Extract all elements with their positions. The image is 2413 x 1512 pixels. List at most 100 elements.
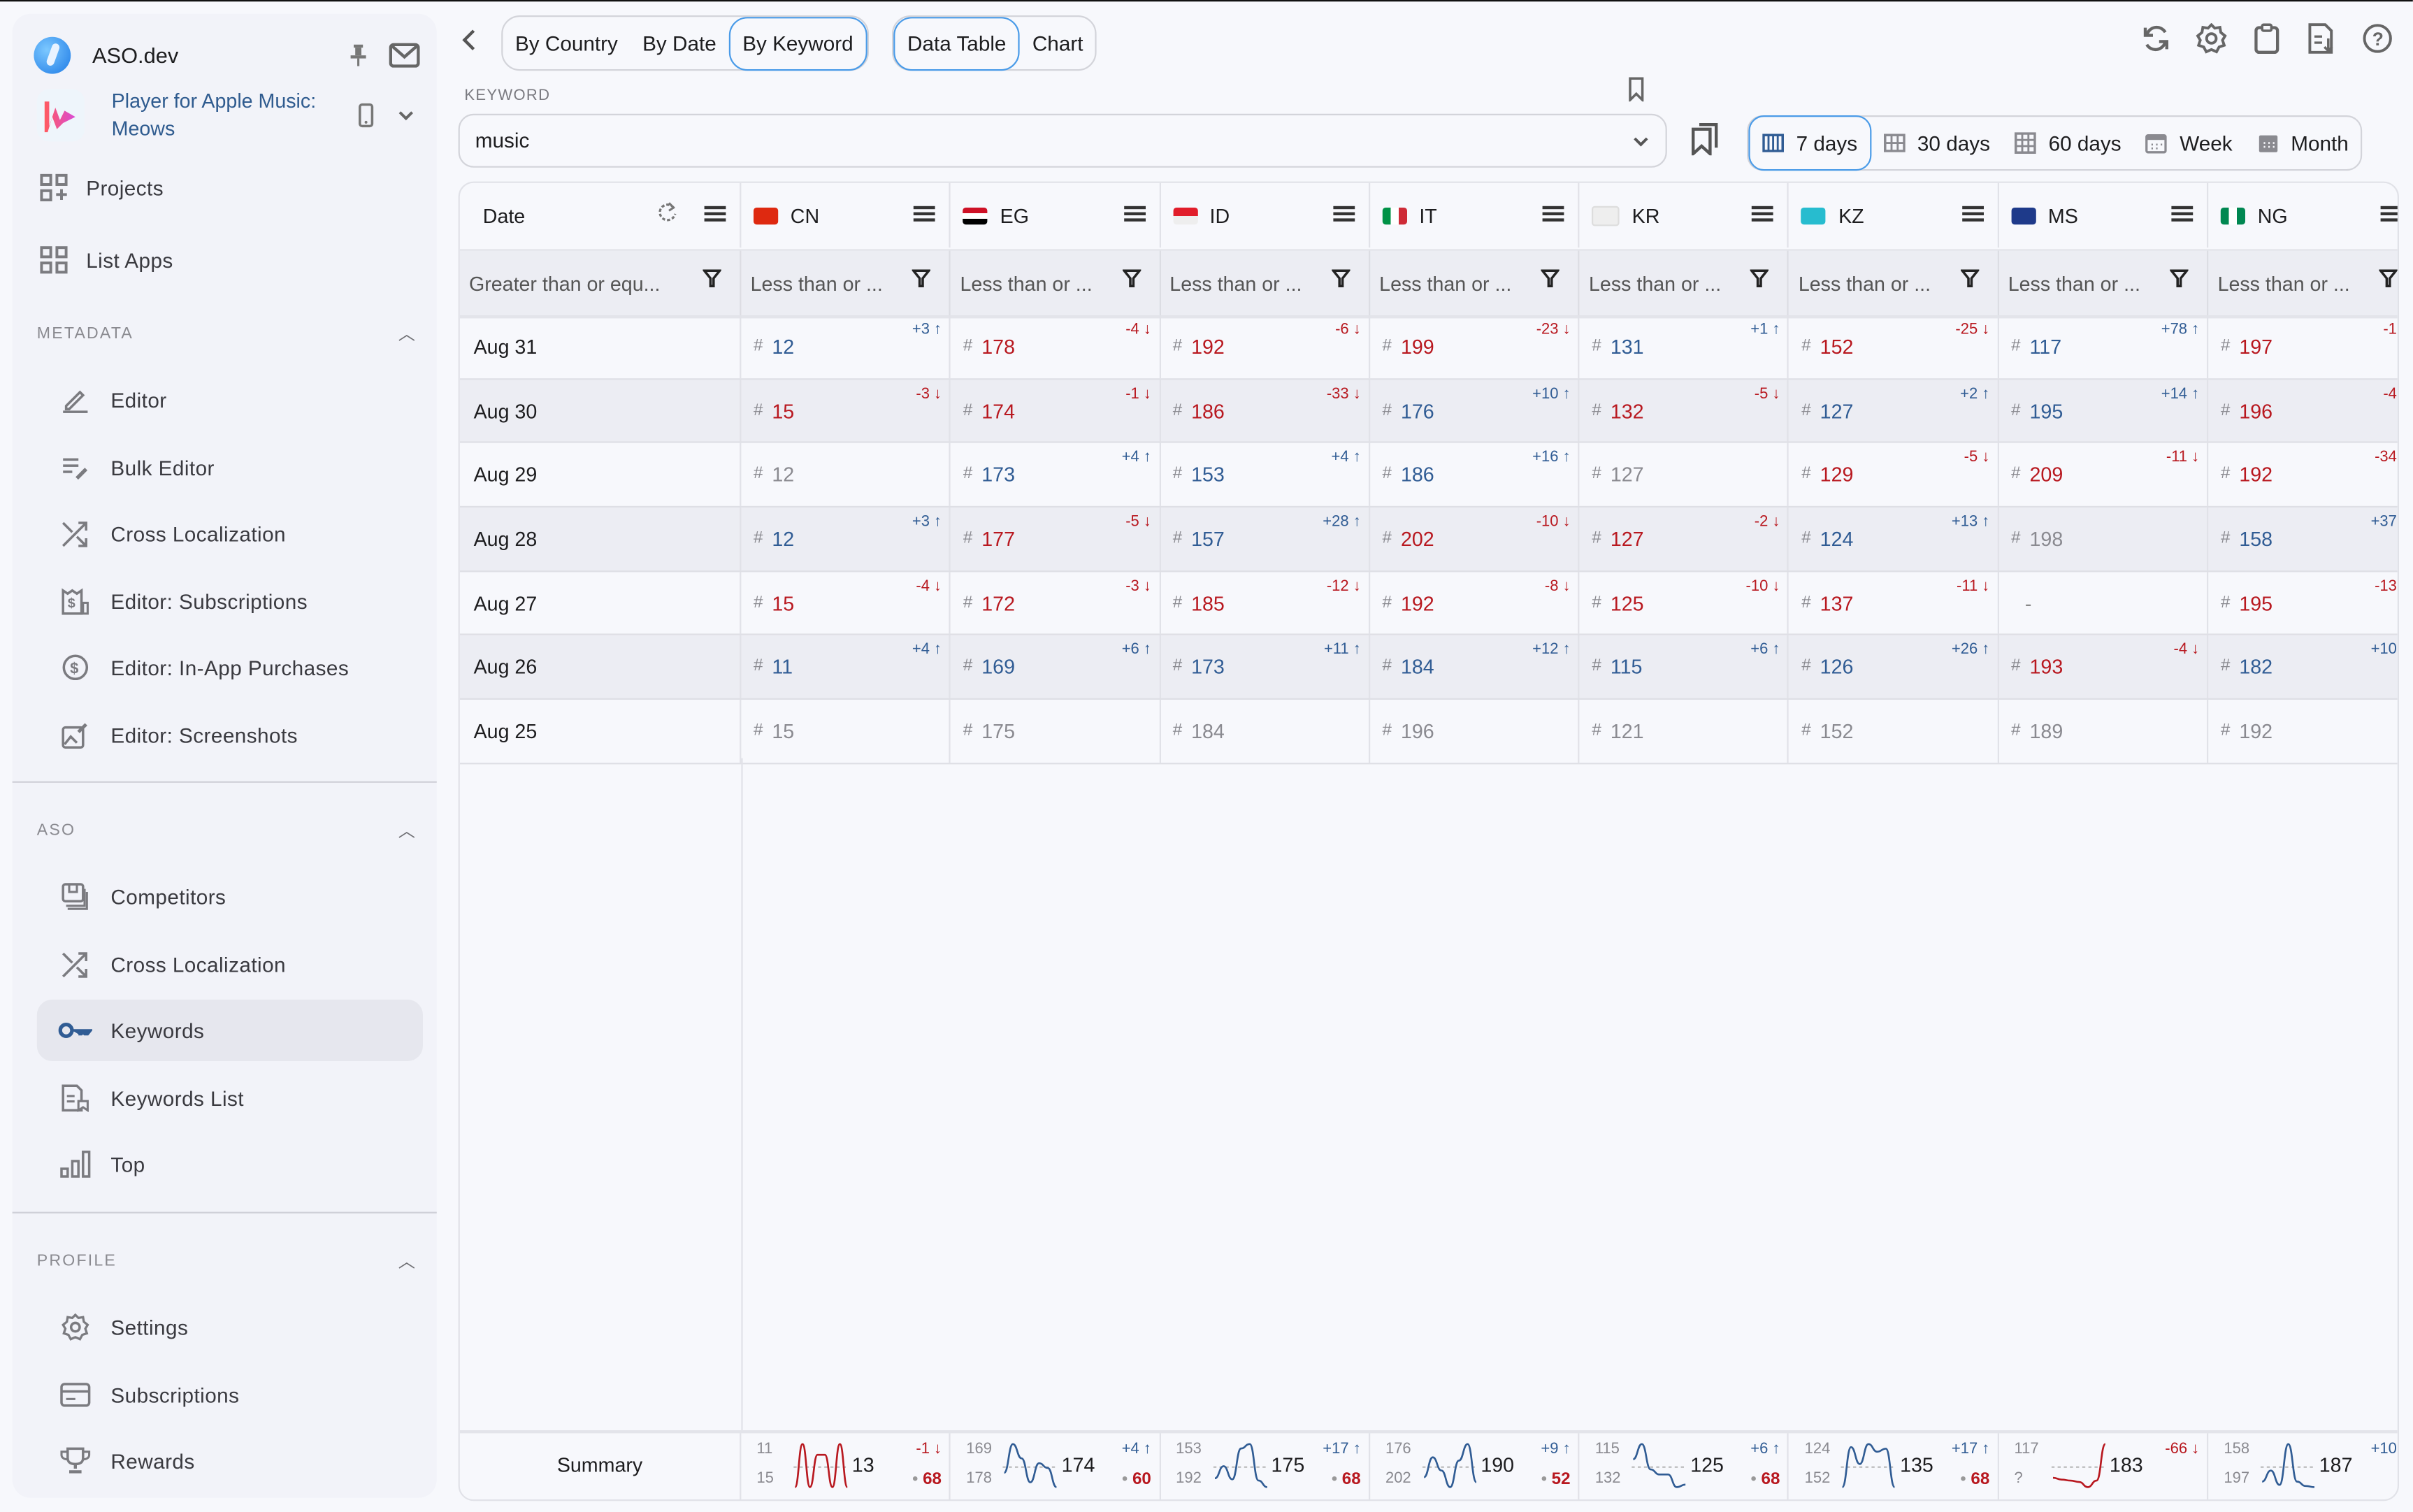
rank-cell[interactable]: #184 +12 ↑ [1370,635,1580,699]
sidebar-item-cross-localization[interactable]: Cross Localization [37,503,423,564]
reset-sort-icon[interactable] [656,201,678,227]
rank-cell[interactable]: #127 -2 ↓ [1580,507,1789,570]
filter-icon[interactable] [2168,269,2190,292]
sidebar-item-bulk-editor[interactable]: Bulk Editor [37,437,423,498]
clipboard-icon[interactable] [2250,22,2284,55]
rank-cell[interactable]: #184 [1160,700,1370,763]
rank-cell[interactable]: #182 +10 ↑ [2208,636,2398,699]
tab-by-country[interactable]: By Country [503,17,630,69]
rank-cell[interactable]: #197 -1 ↓ [2208,315,2398,378]
export-document-icon[interactable] [2305,22,2339,55]
filter-id[interactable]: Less than or ... [1160,250,1370,315]
filter-icon[interactable] [1330,269,1351,292]
filter-date[interactable]: Greater than or equ... [460,250,742,315]
sidebar-item-rewards[interactable]: Rewards [37,1430,423,1492]
rank-cell[interactable]: #137 -11 ↓ [1789,571,1999,635]
rank-cell[interactable]: #126 +26 ↑ [1789,635,1999,699]
column-header-kr[interactable]: KR [1580,182,1789,248]
tab-data-table[interactable]: Data Table [893,16,1021,71]
rank-cell[interactable]: #174 -1 ↓ [951,379,1161,442]
range-7-days[interactable]: 7 days [1748,115,1871,171]
filter-cn[interactable]: Less than or ... [741,250,951,315]
filter-icon[interactable] [911,269,932,292]
column-header-eg[interactable]: EG [951,182,1161,248]
column-menu-icon[interactable] [1541,203,1566,227]
gear-icon[interactable] [2194,22,2228,55]
rank-cell[interactable]: #153 +4 ↑ [1160,443,1370,506]
sidebar-item-competitors[interactable]: Competitors [37,866,423,928]
rank-cell[interactable]: #131 +1 ↑ [1580,315,1789,378]
range-week[interactable]: Week [2133,117,2245,169]
bookmarks-icon[interactable] [1690,122,1721,163]
keyword-select[interactable]: music [458,113,1667,168]
rank-cell[interactable]: #12 [741,443,951,506]
device-phone-icon[interactable] [352,99,382,132]
rank-cell[interactable]: #189 [1999,700,2209,763]
column-menu-icon[interactable] [1122,203,1146,227]
column-header-cn[interactable]: CN [741,182,951,248]
rank-cell[interactable]: #192 -8 ↓ [1370,571,1580,635]
column-header-it[interactable]: IT [1370,182,1580,248]
rank-cell[interactable]: #12 +3 ↑ [741,315,951,378]
rank-cell[interactable]: #125 -10 ↓ [1580,571,1789,635]
filter-icon[interactable] [701,269,723,292]
rank-cell[interactable]: #198 [1999,507,2209,570]
column-header-ms[interactable]: MS [1999,182,2209,248]
rank-cell[interactable]: #185 -12 ↓ [1160,571,1370,635]
chevron-up-icon[interactable]: ︿ [398,1248,417,1273]
sidebar-item-aso-cross-localization[interactable]: Cross Localization [37,933,423,995]
sidebar-item-subscriptions[interactable]: Subscriptions [37,1364,423,1425]
tab-by-date[interactable]: By Date [631,17,729,69]
bookmark-icon[interactable] [1627,77,1645,109]
column-menu-icon[interactable] [2170,203,2194,227]
rank-cell[interactable]: #195 +14 ↑ [1999,379,2209,442]
section-header-aso[interactable]: ASO ︿ [37,815,423,846]
rank-cell[interactable]: #129 -5 ↓ [1789,443,1999,506]
rank-cell[interactable]: #176 +10 ↑ [1370,379,1580,442]
column-header-date[interactable]: Date [460,182,742,248]
filter-icon[interactable] [2378,269,2398,292]
rank-cell[interactable]: #152 [1789,700,1999,763]
rank-cell[interactable]: - [1999,571,2209,635]
rank-cell[interactable]: #193 -4 ↓ [1999,635,2209,699]
rank-cell[interactable]: #115 +6 ↑ [1580,635,1789,699]
chevron-up-icon[interactable]: ︿ [398,818,417,842]
rank-cell[interactable]: #11 +4 ↑ [741,635,951,699]
back-chevron-icon[interactable] [461,26,489,57]
column-menu-icon[interactable] [1751,203,1775,227]
rank-cell[interactable]: #173 +11 ↑ [1160,635,1370,699]
chevron-up-icon[interactable]: ︿ [398,322,417,346]
mail-icon[interactable] [387,38,421,72]
filter-kr[interactable]: Less than or ... [1580,250,1789,315]
chevron-down-icon[interactable] [391,99,422,132]
rank-cell[interactable]: #192 -6 ↓ [1160,315,1370,378]
rank-cell[interactable]: #209 -11 ↓ [1999,443,2209,506]
filter-it[interactable]: Less than or ... [1370,250,1580,315]
column-menu-icon[interactable] [1332,203,1356,227]
rank-cell[interactable]: #199 -23 ↓ [1370,315,1580,378]
column-header-id[interactable]: ID [1160,182,1370,248]
rank-cell[interactable]: #169 +6 ↑ [951,635,1161,699]
rank-cell[interactable]: #186 -33 ↓ [1160,379,1370,442]
pin-icon[interactable] [341,38,375,72]
rank-cell[interactable]: #192 -34 ↓ [2208,443,2398,506]
rank-cell[interactable]: #15 -4 ↓ [741,571,951,635]
range-month[interactable]: Month [2245,117,2361,169]
rank-cell[interactable]: #202 -10 ↓ [1370,507,1580,570]
filter-ng[interactable]: Less than or ... [2208,251,2398,315]
filter-icon[interactable] [1540,269,1561,292]
rank-cell[interactable]: #12 +3 ↑ [741,507,951,570]
column-menu-icon[interactable] [703,203,727,227]
filter-ms[interactable]: Less than or ... [1999,250,2209,315]
sidebar-item-editor-screenshots[interactable]: Editor: Screenshots [37,705,423,766]
rank-cell[interactable]: #127 [1580,443,1789,506]
rank-cell[interactable]: #192 [2208,700,2397,763]
sidebar-item-list-apps[interactable]: List Apps [37,229,423,291]
sidebar-item-keywords-list[interactable]: Keywords List [37,1067,423,1129]
rank-cell[interactable]: #196 [1370,700,1580,763]
sidebar-item-projects[interactable]: Projects [37,157,423,218]
chevron-down-icon[interactable] [1632,130,1650,152]
filter-icon[interactable] [1750,269,1771,292]
range-30-days[interactable]: 30 days [1871,117,2003,169]
section-header-profile[interactable]: PROFILE ︿ [37,1246,423,1276]
